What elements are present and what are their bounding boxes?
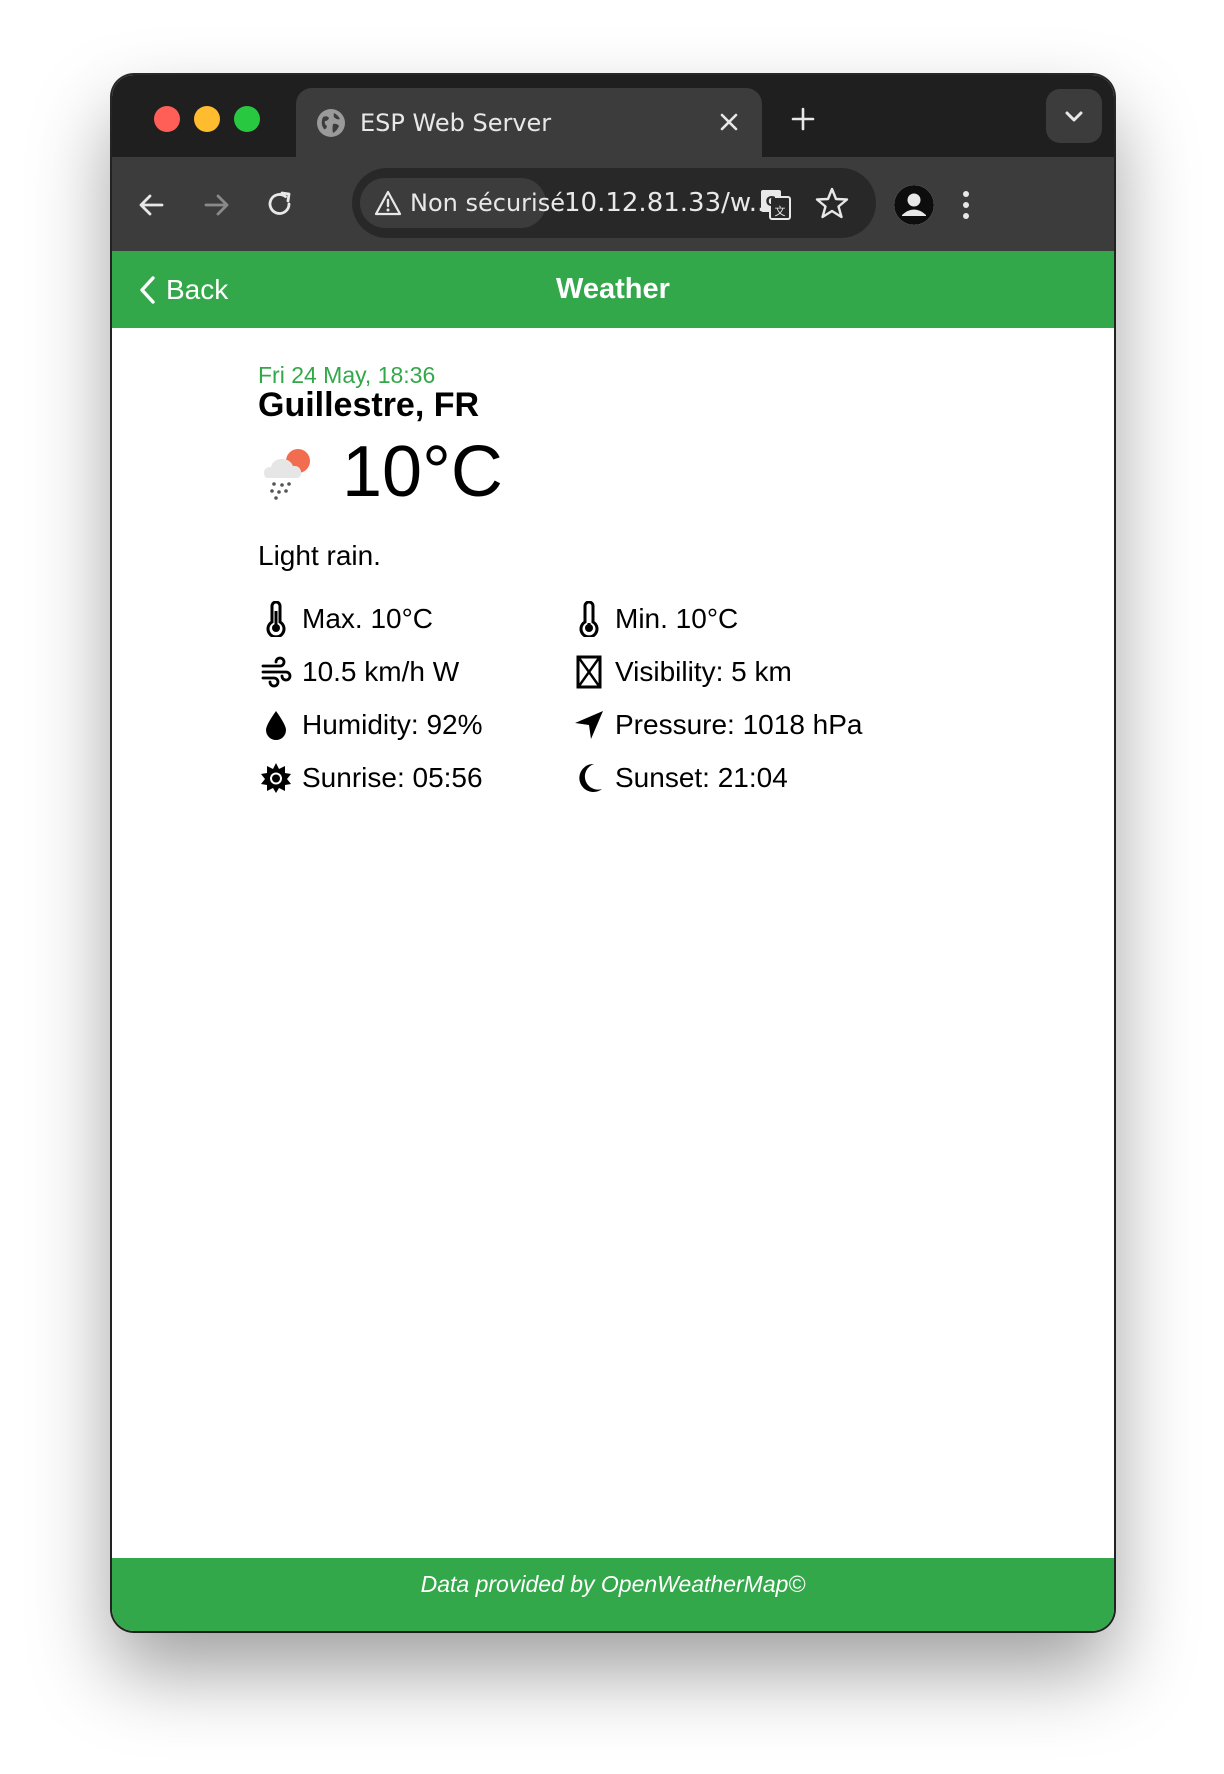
close-window-button[interactable] (154, 106, 180, 132)
thermometer-icon (579, 601, 599, 637)
stat-text: Min. 10°C (615, 603, 739, 634)
more-menu-icon[interactable] (946, 185, 986, 225)
stat-text: 10.5 km/h W (302, 656, 460, 687)
new-tab-icon[interactable] (786, 102, 820, 136)
stat-min-temp: Min. 10°C (571, 599, 738, 639)
forward-arrow-icon[interactable] (198, 187, 234, 223)
stat-max-temp: Max. 10°C (258, 599, 433, 639)
user-icon (894, 185, 934, 225)
globe-icon (317, 109, 345, 137)
stat-text: Pressure: 1018 hPa (615, 709, 863, 740)
weather-location: Guillestre, FR (258, 386, 480, 424)
tab-title: ESP Web Server (360, 109, 552, 137)
stat-pressure: Pressure: 1018 hPa (571, 705, 863, 745)
moon-icon (579, 763, 602, 792)
temperature-value: 10°C (342, 432, 503, 512)
stat-wind: 10.5 km/h W (258, 652, 459, 692)
warning-icon (374, 190, 402, 216)
stat-humidity: Humidity: 92% (258, 705, 483, 745)
chevron-down-icon (1065, 111, 1083, 122)
footer-credit: Data provided by OpenWeatherMap© (420, 1571, 806, 1597)
visibility-icon (576, 655, 602, 689)
footer: Data provided by OpenWeatherMap© (112, 1558, 1114, 1631)
browser-toolbar: Non sécurisé 10.12.81.33/w... G 文 (112, 157, 1114, 251)
thermometer-icon (266, 601, 286, 637)
maximize-window-button[interactable] (234, 106, 260, 132)
close-tab-icon[interactable] (712, 105, 746, 139)
stat-sunset: Sunset: 21:04 (571, 758, 788, 798)
translate-icon[interactable]: G 文 (758, 186, 794, 222)
droplet-icon (266, 711, 286, 740)
back-arrow-icon[interactable] (134, 187, 170, 223)
stat-text: Sunrise: 05:56 (302, 762, 483, 793)
profile-avatar[interactable] (894, 185, 934, 225)
stat-text: Sunset: 21:04 (615, 762, 788, 793)
reload-icon[interactable] (262, 187, 298, 223)
browser-tab[interactable]: ESP Web Server (296, 88, 762, 157)
browser-window: ESP Web Server Non sécurisé 10.12.81.33/… (112, 75, 1114, 1631)
weather-datetime: Fri 24 May, 18:36 (258, 362, 436, 388)
wind-icon (261, 656, 292, 688)
sun-icon (261, 763, 291, 793)
url-text[interactable]: 10.12.81.33/w... (564, 188, 774, 218)
stat-text: Humidity: 92% (302, 709, 483, 740)
page-title: Weather (556, 273, 670, 305)
rain-cloud-sun-icon (264, 449, 310, 500)
tab-bar: ESP Web Server (112, 75, 1114, 157)
weather-description: Light rain. (258, 540, 381, 571)
security-chip[interactable]: Non sécurisé (360, 178, 565, 228)
minimize-window-button[interactable] (194, 106, 220, 132)
tab-search-button[interactable] (1046, 89, 1102, 143)
address-bar[interactable]: Non sécurisé 10.12.81.33/w... G 文 (352, 168, 876, 238)
security-label: Non sécurisé (410, 189, 565, 217)
stat-sunrise: Sunrise: 05:56 (258, 758, 483, 798)
location-arrow-icon (575, 711, 603, 739)
bookmark-star-icon[interactable] (814, 185, 850, 221)
stat-text: Visibility: 5 km (615, 656, 792, 687)
stat-visibility: Visibility: 5 km (571, 652, 792, 692)
app-header: Back Weather (112, 251, 1114, 328)
stat-text: Max. 10°C (302, 603, 434, 634)
svg-text:文: 文 (775, 204, 786, 218)
